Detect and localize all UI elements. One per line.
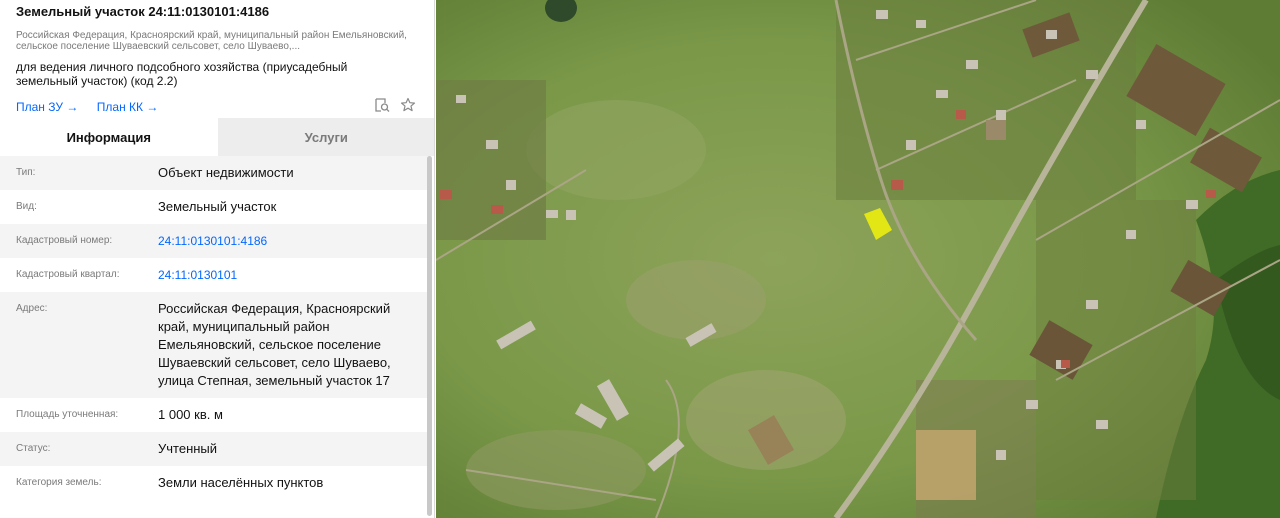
info-row-kind: Вид: Земельный участок [0,190,428,224]
row-label: Кадастровый квартал: [16,269,120,280]
row-label: Кадастровый номер: [16,235,113,246]
cadastral-number-link[interactable]: 24:11:0130101:4186 [158,232,267,250]
header-actions [374,97,416,113]
star-icon[interactable] [400,97,416,113]
tab-information[interactable]: Информация [0,118,218,156]
satellite-map[interactable] [436,0,1280,518]
row-value: Земельный участок [158,199,277,214]
row-label: Вид: [16,201,37,212]
tab-bar: Информация Услуги [0,118,434,156]
row-value: 1 000 кв. м [158,407,223,422]
info-row-type: Тип: Объект недвижимости [0,156,428,190]
search-document-icon[interactable] [374,97,390,113]
land-purpose: для ведения личного подсобного хозяйства… [16,60,348,88]
plan-kk-link[interactable]: План КК → [97,100,159,114]
plan-zu-link[interactable]: План ЗУ → [16,100,78,114]
row-label: Тип: [16,167,36,178]
row-value: Объект недвижимости [158,165,294,180]
info-row-cadastral-quarter: Кадастровый квартал: 24:11:0130101 [0,258,428,292]
info-row-address: Адрес: Российская Федерация, Красноярски… [0,292,428,398]
row-value: Земли населённых пунктов [158,475,324,490]
panel-header: Земельный участок 24:11:0130101:4186 Рос… [0,0,434,118]
row-label: Адрес: [16,303,48,314]
tab-services[interactable]: Услуги [217,118,434,156]
row-value: Российская Федерация, Красноярский край,… [158,301,391,388]
plan-links: План ЗУ → План КК → [16,97,418,118]
info-row-status: Статус: Учтенный [0,432,428,466]
row-label: Статус: [16,443,51,454]
row-label: Категория земель: [16,477,102,488]
address-summary: Российская Федерация, Красноярский край,… [16,30,407,52]
cadastral-quarter-link[interactable]: 24:11:0130101 [158,266,237,284]
info-row-area: Площадь уточненная: 1 000 кв. м [0,398,428,432]
info-row-land-category: Категория земель: Земли населённых пункт… [0,466,428,500]
info-panel: Земельный участок 24:11:0130101:4186 Рос… [0,0,435,518]
panel-scrollbar[interactable] [427,156,432,516]
row-value: Учтенный [158,441,218,456]
property-info-list: Тип: Объект недвижимости Вид: Земельный … [0,156,428,500]
satellite-imagery [436,0,1280,518]
page-title: Земельный участок 24:11:0130101:4186 [16,4,270,19]
info-row-cadastral-number: Кадастровый номер: 24:11:0130101:4186 [0,224,428,258]
row-label: Площадь уточненная: [16,409,119,420]
